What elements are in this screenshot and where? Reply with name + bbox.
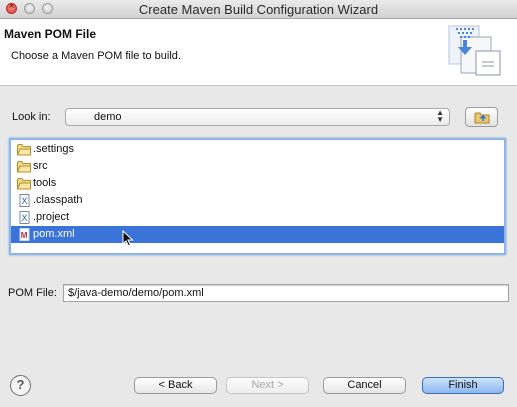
cancel-button[interactable]: Cancel: [323, 377, 406, 394]
list-item-pom-xml[interactable]: M pom.xml: [11, 226, 504, 243]
window-title: Create Maven Build Configuration Wizard: [138, 2, 379, 17]
wizard-header: Maven POM File Choose a Maven POM file t…: [0, 19, 517, 86]
mouse-cursor-icon: [122, 230, 134, 247]
look-in-value: demo: [94, 111, 122, 123]
list-item-label: .project: [33, 211, 70, 223]
file-list[interactable]: .settings src tools X .classpath X .proj…: [9, 138, 506, 255]
list-item-project[interactable]: X .project: [11, 209, 504, 226]
list-item-src[interactable]: src: [11, 158, 504, 175]
look-in-label: Look in:: [12, 111, 51, 123]
svg-text:X: X: [22, 196, 28, 206]
parent-folder-button[interactable]: [465, 107, 498, 127]
list-item-label: .settings: [33, 143, 74, 155]
pom-file-field[interactable]: $/java-demo/demo/pom.xml: [63, 284, 509, 302]
finish-button[interactable]: Finish: [422, 377, 504, 394]
next-button[interactable]: Next >: [226, 377, 309, 394]
folder-up-icon: [474, 112, 490, 124]
list-item-tools[interactable]: tools: [11, 175, 504, 192]
pom-file-label: POM File:: [8, 287, 57, 299]
svg-text:X: X: [22, 213, 28, 223]
list-item-classpath[interactable]: X .classpath: [11, 192, 504, 209]
list-item-label: tools: [33, 177, 57, 189]
xml-file-icon: X: [19, 194, 30, 207]
list-item-settings[interactable]: .settings: [11, 141, 504, 158]
updown-arrows-icon: ▲ ▼: [436, 108, 444, 124]
maven-file-icon: M: [19, 228, 30, 241]
back-button[interactable]: < Back: [134, 377, 217, 394]
window-titlebar: Create Maven Build Configuration Wizard: [0, 0, 517, 19]
xml-file-icon: X: [19, 211, 30, 224]
page-title: Maven POM File: [4, 27, 97, 41]
folder-icon: [17, 178, 31, 190]
look-in-combo[interactable]: demo ▲ ▼: [65, 108, 450, 126]
list-item-label: src: [33, 160, 48, 172]
list-item-label: .classpath: [33, 194, 83, 206]
folder-icon: [17, 144, 31, 156]
list-item-label: pom.xml: [33, 228, 75, 240]
folder-icon: [17, 161, 31, 173]
svg-text:M: M: [21, 231, 28, 240]
help-icon[interactable]: ?: [10, 375, 31, 396]
page-description: Choose a Maven POM file to build.: [11, 50, 181, 62]
wizard-banner-icon: [448, 25, 501, 76]
